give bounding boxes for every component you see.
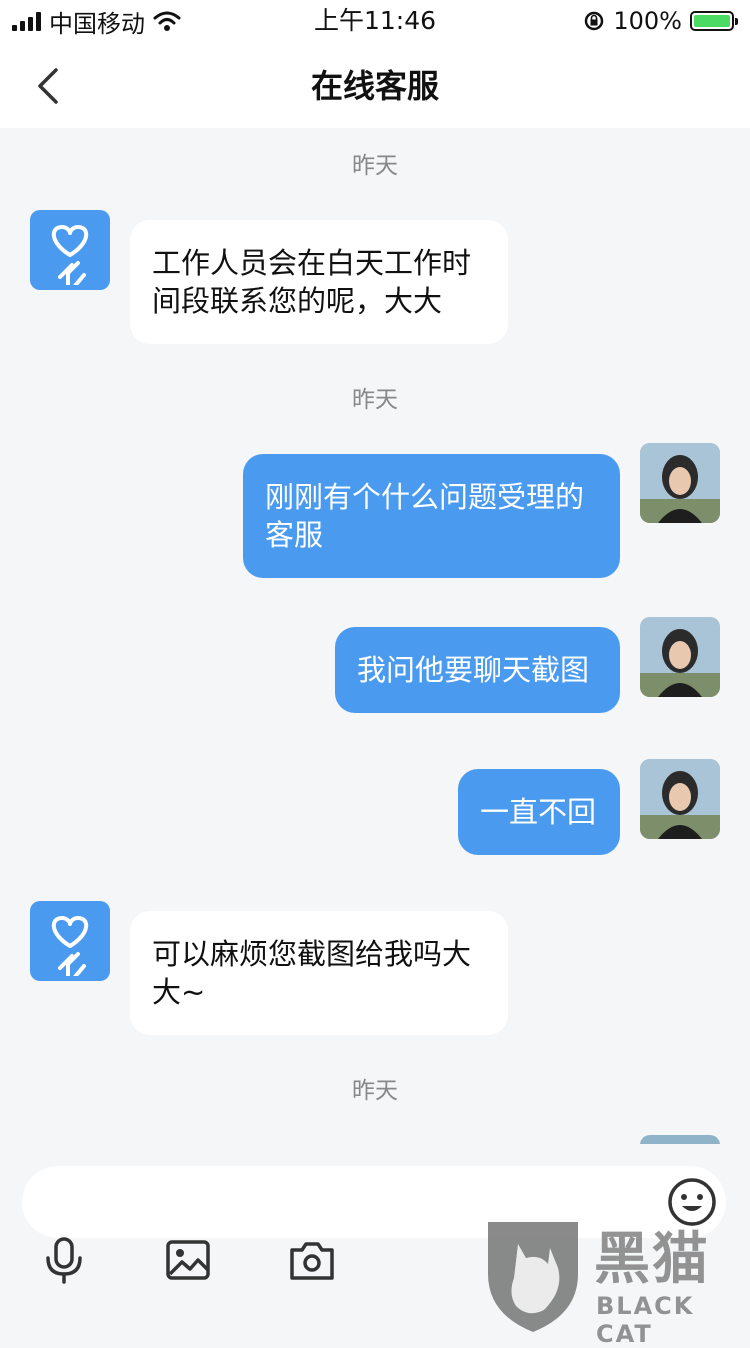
nav-bar: 在线客服	[0, 44, 750, 128]
page-title: 在线客服	[310, 67, 439, 105]
status-bar: 中国移动 上午11:46 100%	[0, 0, 750, 44]
message-bubble[interactable]: 刚刚有个什么问题受理的客服	[243, 454, 620, 578]
service-avatar[interactable]	[30, 901, 110, 981]
watermark-subtext: BLACK CAT	[596, 1292, 695, 1348]
heart-hand-icon	[51, 225, 89, 285]
battery-icon	[690, 11, 738, 31]
message-bubble[interactable]: 一直不回	[458, 769, 620, 855]
user-avatar[interactable]	[640, 759, 720, 839]
back-button[interactable]	[20, 58, 76, 114]
service-avatar[interactable]	[30, 210, 110, 290]
user-photo	[640, 617, 720, 697]
message-bubble[interactable]: 可以麻烦您截图给我吗大大~	[130, 911, 508, 1035]
chat-area[interactable]: 昨天 工作人员会在白天工作时间段联系您的呢，大大 昨天 刚刚有个什么问题受理的客…	[0, 128, 750, 1144]
message-bubble[interactable]: 我问他要聊天截图	[335, 627, 620, 713]
black-cat-logo	[488, 1222, 578, 1332]
user-avatar[interactable]	[640, 617, 720, 697]
user-avatar[interactable]	[640, 1135, 720, 1144]
microphone-icon[interactable]	[40, 1236, 88, 1284]
status-right: 100%	[583, 6, 738, 36]
heart-hand-icon	[51, 916, 89, 976]
user-photo	[640, 759, 720, 839]
battery-percent: 100%	[613, 7, 682, 35]
camera-icon[interactable]	[288, 1236, 336, 1284]
watermark: 黑猫 BLACK CAT	[478, 1214, 750, 1348]
user-avatar[interactable]	[640, 443, 720, 523]
time-label: 昨天	[352, 1078, 398, 1104]
message-bubble[interactable]: 工作人员会在白天工作时间段联系您的呢，大大	[130, 220, 508, 344]
chevron-left-icon	[38, 68, 58, 104]
image-icon[interactable]	[164, 1236, 212, 1284]
time-label: 昨天	[352, 153, 398, 179]
orientation-lock-icon	[585, 11, 604, 31]
watermark-text: 黑猫	[594, 1227, 710, 1292]
user-photo	[640, 443, 720, 523]
time-label: 昨天	[352, 387, 398, 413]
